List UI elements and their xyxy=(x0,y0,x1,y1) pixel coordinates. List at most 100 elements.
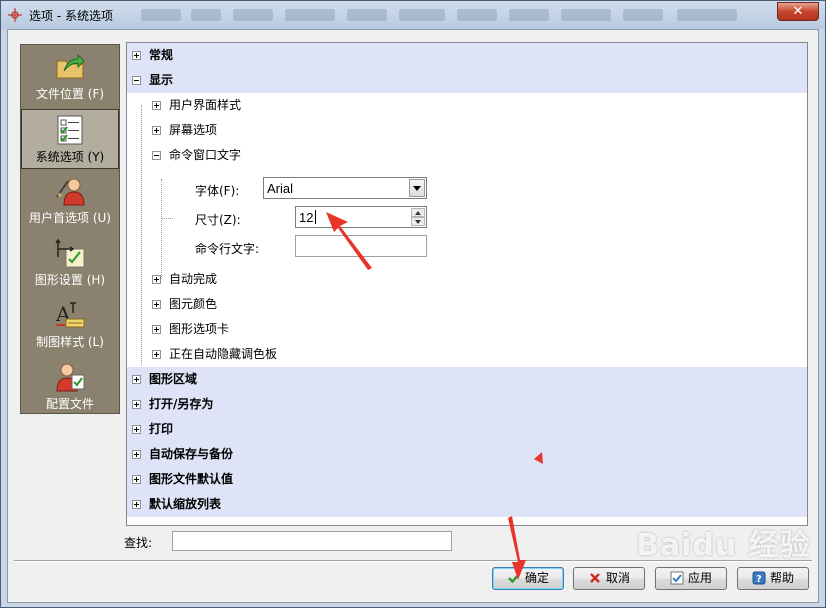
font-label: 字体(F): xyxy=(195,184,240,198)
expand-icon[interactable] xyxy=(152,325,161,334)
tree-node-graphic-defaults[interactable]: 图形文件默认值 xyxy=(127,467,807,492)
apply-button[interactable]: 应用 xyxy=(655,567,727,590)
title-bar-blur xyxy=(233,9,273,21)
close-button[interactable]: ✕ xyxy=(777,2,819,21)
title-bar-blur xyxy=(285,9,335,21)
nav-item-profile[interactable]: 配置文件 xyxy=(21,357,119,417)
apply-button-label: 应用 xyxy=(687,571,712,585)
tree-node-label: 常规 xyxy=(149,48,174,62)
expand-icon[interactable] xyxy=(152,101,161,110)
ok-button[interactable]: 确定 xyxy=(492,567,564,590)
tree-node-graphic-tab[interactable]: 图形选项卡 xyxy=(127,317,807,342)
app-icon xyxy=(8,8,22,22)
expand-icon[interactable] xyxy=(152,126,161,135)
nav-label: 制图样式 (L) xyxy=(36,335,104,349)
tree-node-open-save-as[interactable]: 打开/另存为 xyxy=(127,392,807,417)
tree-node-default-zoom-list[interactable]: 默认缩放列表 xyxy=(127,492,807,517)
nav-label: 图形设置 (H) xyxy=(34,273,106,287)
tree-node-display[interactable]: 显示 xyxy=(127,68,807,93)
dialog-client: 文件位置 (F) 系统选项 (Y) 用户首选项 (U) 图形设置 (H) A 制… xyxy=(7,29,819,603)
nav-item-system-options[interactable]: 系统选项 (Y) xyxy=(21,109,119,169)
font-select-value: Arial xyxy=(267,181,294,196)
tree-node-screen-options[interactable]: 屏幕选项 xyxy=(127,118,807,143)
title-bar-blur xyxy=(191,9,221,21)
tree-node-element-color[interactable]: 图元颜色 xyxy=(127,292,807,317)
window-title: 选项 - 系统选项 xyxy=(29,9,113,23)
options-window: 选项 - 系统选项 ✕ 文件位置 (F) 系统选项 (Y) 用户首选项 (U) … xyxy=(0,0,826,608)
title-bar[interactable]: 选项 - 系统选项 ✕ xyxy=(1,1,825,29)
search-input[interactable] xyxy=(172,531,452,551)
nav-item-user-preferences[interactable]: 用户首选项 (U) xyxy=(21,171,119,231)
tree-node-label: 屏幕选项 xyxy=(169,123,218,137)
expand-icon[interactable] xyxy=(132,475,141,484)
nav-label: 用户首选项 (U) xyxy=(29,211,111,225)
nav-item-drafting-style[interactable]: A 制图样式 (L) xyxy=(21,295,119,355)
ok-button-label: 确定 xyxy=(524,571,549,585)
cancel-button-label: 取消 xyxy=(605,571,630,585)
chevron-down-icon[interactable] xyxy=(409,179,425,197)
search-label: 查找: xyxy=(124,536,153,550)
close-icon: ✕ xyxy=(792,4,804,19)
font-select[interactable]: Arial xyxy=(263,177,427,199)
collapse-icon[interactable] xyxy=(132,76,141,85)
tree-node-general[interactable]: 常规 xyxy=(127,43,807,68)
collapse-icon[interactable] xyxy=(152,151,161,160)
title-bar-blur xyxy=(399,9,445,21)
help-button[interactable]: ? 帮助 xyxy=(737,567,809,590)
tree-node-auto-complete[interactable]: 自动完成 xyxy=(127,267,807,292)
size-stepper[interactable]: 12 xyxy=(295,206,427,228)
svg-text:?: ? xyxy=(756,574,762,585)
title-bar-blur xyxy=(347,9,387,21)
title-bar-blur xyxy=(561,9,611,21)
tree-node-auto-hide-palette[interactable]: 正在自动隐藏调色板 xyxy=(127,342,807,367)
nav-item-file-location[interactable]: 文件位置 (F) xyxy=(21,47,119,107)
expand-icon[interactable] xyxy=(152,300,161,309)
title-bar-blur xyxy=(141,9,181,21)
expand-icon[interactable] xyxy=(132,400,141,409)
size-value: 12 xyxy=(299,210,314,225)
tree-node-auto-save-backup[interactable]: 自动保存与备份 xyxy=(127,442,807,467)
tree-node-label: 正在自动隐藏调色板 xyxy=(169,347,278,361)
expand-icon[interactable] xyxy=(152,350,161,359)
expand-icon[interactable] xyxy=(132,500,141,509)
checkmark-icon xyxy=(508,573,520,584)
tree-connector xyxy=(161,179,162,279)
nav-label: 配置文件 xyxy=(45,397,94,411)
cmdline-text-input[interactable] xyxy=(295,235,427,257)
drawing-settings-icon xyxy=(55,238,85,268)
cmdline-text-label: 命令行文字: xyxy=(195,242,260,256)
tree-node-label: 命令窗口文字 xyxy=(169,148,242,162)
tree-node-label: 默认缩放列表 xyxy=(149,497,222,511)
nav-label: 系统选项 (Y) xyxy=(35,150,105,164)
help-icon: ? xyxy=(752,571,766,585)
left-nav: 文件位置 (F) 系统选项 (Y) 用户首选项 (U) 图形设置 (H) A 制… xyxy=(20,44,120,414)
tree-connector xyxy=(161,218,173,219)
tree-node-label: 图元颜色 xyxy=(169,297,218,311)
tree-node-label: 打印 xyxy=(149,422,174,436)
options-tree[interactable]: 常规 显示 用户界面样式 屏幕选项 命令窗口文字 字体(F): Arial 尺寸… xyxy=(126,42,808,526)
tree-node-graphic-area[interactable]: 图形区域 xyxy=(127,367,807,392)
checklist-icon xyxy=(57,115,83,145)
tree-node-label: 自动完成 xyxy=(169,272,218,286)
expand-icon[interactable] xyxy=(132,425,141,434)
apply-icon xyxy=(670,571,684,585)
cancel-x-icon xyxy=(590,573,600,583)
stepper-up-icon[interactable] xyxy=(411,208,425,217)
tree-node-label: 用户界面样式 xyxy=(169,98,242,112)
nav-label: 文件位置 (F) xyxy=(35,87,105,101)
expand-icon[interactable] xyxy=(132,51,141,60)
stepper-down-icon[interactable] xyxy=(411,217,425,226)
tree-node-cmd-window-text[interactable]: 命令窗口文字 xyxy=(127,143,807,168)
title-bar-blur xyxy=(623,9,663,21)
nav-item-drawing-settings[interactable]: 图形设置 (H) xyxy=(21,233,119,293)
cancel-button[interactable]: 取消 xyxy=(573,567,645,590)
help-button-label: 帮助 xyxy=(769,571,794,585)
tree-node-print[interactable]: 打印 xyxy=(127,417,807,442)
expand-icon[interactable] xyxy=(132,375,141,384)
expand-icon[interactable] xyxy=(152,275,161,284)
tree-node-ui-style[interactable]: 用户界面样式 xyxy=(127,93,807,118)
tree-node-label: 显示 xyxy=(149,73,174,87)
expand-icon[interactable] xyxy=(132,450,141,459)
user-preferences-icon xyxy=(56,178,85,206)
tree-node-label: 打开/另存为 xyxy=(149,397,214,411)
